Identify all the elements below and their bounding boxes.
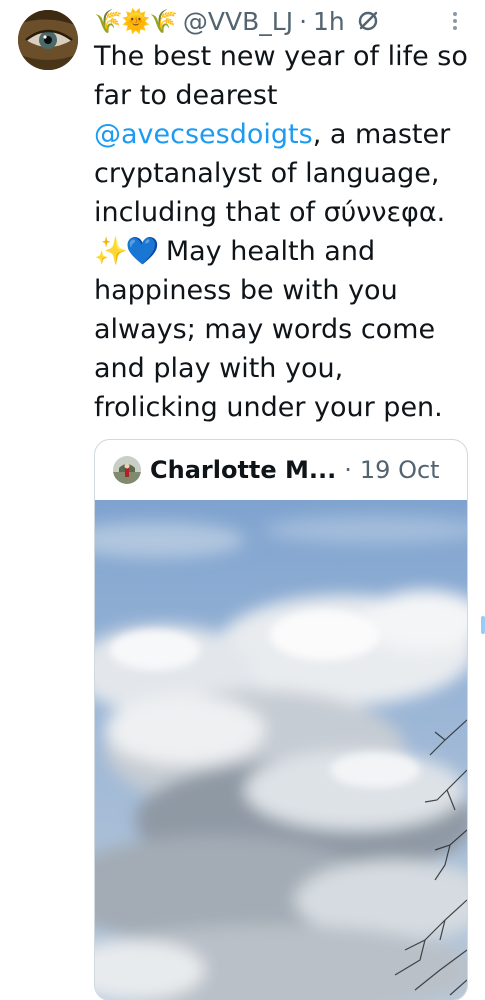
header-emoji: 🌾🌞🌾 bbox=[94, 8, 178, 35]
quoted-tweet-header: Charlotte M... · 19 Oct bbox=[95, 440, 467, 500]
tweet-time[interactable]: 1h bbox=[313, 7, 345, 36]
tweet-header: 🌾🌞🌾 @VVB_LJ · 1h bbox=[94, 4, 379, 38]
tweet-body: The best new year of life so far to dear… bbox=[94, 37, 474, 427]
vertical-dots-icon[interactable] bbox=[451, 10, 459, 32]
separator-dot: · bbox=[299, 6, 308, 36]
circle-slash-icon[interactable] bbox=[357, 10, 379, 32]
author-handle[interactable]: @VVB_LJ bbox=[183, 7, 293, 36]
tweet-text-part1: The best new year of life so far to dear… bbox=[94, 41, 477, 111]
mention-link[interactable]: @avecsesdoigts bbox=[94, 119, 313, 150]
sky-clouds-photo[interactable] bbox=[95, 500, 467, 1000]
quoted-tweet-date[interactable]: 19 Oct bbox=[360, 456, 440, 484]
eye-portrait-icon bbox=[18, 10, 78, 70]
quoted-author-avatar[interactable] bbox=[113, 456, 141, 484]
quoted-tweet-card[interactable]: Charlotte M... · 19 Oct bbox=[94, 439, 468, 1000]
sparkle-heart-emoji: ✨💙 bbox=[94, 236, 159, 267]
portrait-icon bbox=[113, 456, 141, 484]
scroll-indicator[interactable] bbox=[481, 616, 485, 634]
separator-dot: · bbox=[344, 456, 352, 484]
quoted-author-name[interactable]: Charlotte M... bbox=[150, 456, 336, 484]
user-avatar[interactable] bbox=[18, 10, 78, 70]
clouds-image bbox=[95, 500, 467, 1000]
